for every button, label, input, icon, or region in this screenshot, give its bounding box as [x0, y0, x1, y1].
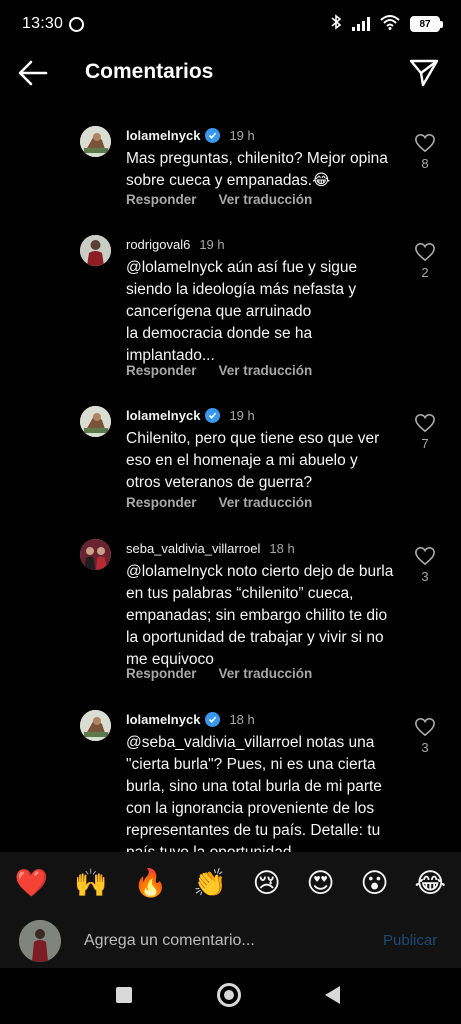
status-bar: 13:30 87	[0, 0, 461, 48]
like-area: 3	[413, 546, 437, 584]
comment-input[interactable]	[84, 928, 364, 954]
comment-actions: Responder Ver traducción	[126, 363, 312, 378]
comment-username[interactable]: seba_valdivia_villarroel	[126, 541, 260, 556]
avatar[interactable]	[80, 710, 111, 741]
avatar[interactable]	[80, 126, 111, 157]
home-icon[interactable]	[217, 983, 241, 1007]
emoji-fire[interactable]: 🔥	[134, 869, 168, 897]
like-count: 8	[421, 156, 429, 171]
comment-header: seba_valdivia_villarroel 18 h	[126, 541, 295, 556]
battery-icon: 87	[410, 16, 443, 32]
arrow-left-icon[interactable]	[16, 58, 50, 88]
like-count: 7	[421, 436, 429, 451]
send-icon[interactable]	[408, 56, 440, 88]
like-area: 7	[413, 413, 437, 451]
avatar[interactable]	[80, 539, 111, 570]
comment-header: lolamelnyck 19 h	[126, 128, 255, 143]
comment-actions: Responder Ver traducción	[126, 192, 312, 207]
like-count: 3	[421, 569, 429, 584]
comment-item: lolamelnyck 19 h Mas preguntas, chilenit…	[0, 126, 461, 216]
comment-actions: Responder Ver traducción	[126, 495, 312, 510]
emoji-raised-hands[interactable]: 🙌	[74, 869, 108, 897]
comment-header: lolamelnyck 18 h	[126, 712, 255, 727]
comment-item: rodrigoval6 19 h @lolamelnyck aún así fu…	[0, 235, 461, 385]
comment-text: Mas preguntas, chilenito? Mejor opina so…	[126, 150, 388, 189]
comment-username[interactable]: lolamelnyck	[126, 712, 200, 727]
comment-item: lolamelnyck 19 h Chilenito, pero que tie…	[0, 406, 461, 516]
battery-level: 87	[410, 16, 440, 32]
comment-item: seba_valdivia_villarroel 18 h @lolamelny…	[0, 539, 461, 689]
heart-icon[interactable]	[414, 413, 436, 433]
comment-text: @lolamelnyck noto cierto dejo de burla e…	[126, 563, 394, 668]
emoji-laughing[interactable]: 😂	[414, 869, 446, 897]
emoji-crying[interactable]: 😢	[253, 869, 281, 897]
comment-composer: Publicar	[0, 914, 461, 968]
verified-badge-icon	[205, 128, 221, 143]
header: Comentarios	[0, 48, 461, 98]
reply-button[interactable]: Responder	[126, 192, 197, 207]
comment-header: rodrigoval6 19 h	[126, 237, 225, 252]
emoji-heart[interactable]: ❤️	[15, 869, 49, 897]
comment-time: 19 h	[229, 128, 255, 143]
whatsapp-icon	[69, 16, 85, 32]
reply-button[interactable]: Responder	[126, 666, 197, 681]
status-icons: 87	[330, 14, 443, 35]
comment-text: @lolamelnyck aún así fue y sigue siendo …	[126, 259, 358, 364]
emoji-reaction-bar: ❤️ 🙌 🔥 👏 😢 😍 😮 😂	[0, 852, 461, 914]
system-nav-bar	[0, 968, 461, 1024]
like-area: 2	[413, 242, 437, 280]
comment-time: 18 h	[229, 712, 255, 727]
see-translation-button[interactable]: Ver traducción	[219, 192, 313, 207]
verified-badge-icon	[205, 408, 221, 423]
like-area: 8	[413, 133, 437, 171]
avatar	[19, 920, 61, 962]
emoji-surprised[interactable]: 😮	[360, 869, 388, 897]
signal-icon	[352, 17, 370, 31]
reply-button[interactable]: Responder	[126, 363, 197, 378]
back-triangle-icon[interactable]	[325, 986, 340, 1004]
like-count: 2	[421, 265, 429, 280]
status-time: 13:30	[22, 15, 64, 32]
comment-username[interactable]: rodrigoval6	[126, 237, 190, 252]
avatar[interactable]	[80, 406, 111, 437]
comment-time: 19 h	[199, 237, 225, 252]
wifi-icon	[380, 14, 400, 35]
see-translation-button[interactable]: Ver traducción	[219, 495, 313, 510]
comment-time: 19 h	[229, 408, 255, 423]
heart-icon[interactable]	[414, 717, 436, 737]
comment-time: 18 h	[269, 541, 295, 556]
avatar[interactable]	[80, 235, 111, 266]
emoji-clap[interactable]: 👏	[193, 869, 227, 897]
comment-username[interactable]: lolamelnyck	[126, 128, 200, 143]
recents-icon[interactable]	[116, 987, 132, 1003]
comment-username[interactable]: lolamelnyck	[126, 408, 200, 423]
comment-actions: Responder Ver traducción	[126, 666, 312, 681]
like-area: 3	[413, 717, 437, 755]
comment-item: lolamelnyck 18 h @seba_valdivia_villarro…	[0, 710, 461, 852]
see-translation-button[interactable]: Ver traducción	[219, 666, 313, 681]
heart-icon[interactable]	[414, 546, 436, 566]
publish-button[interactable]: Publicar	[383, 932, 437, 949]
see-translation-button[interactable]: Ver traducción	[219, 363, 313, 378]
comment-text: Chilenito, pero que tiene eso que ver es…	[126, 430, 380, 491]
reply-button[interactable]: Responder	[126, 495, 197, 510]
bluetooth-icon	[330, 14, 342, 34]
emoji-heart-eyes[interactable]: 😍	[307, 869, 335, 897]
page-title: Comentarios	[85, 60, 214, 83]
verified-badge-icon	[205, 712, 221, 727]
comment-text: @seba_valdivia_villarroel notas una "cie…	[126, 734, 382, 852]
heart-icon[interactable]	[414, 242, 436, 262]
comment-header: lolamelnyck 19 h	[126, 408, 255, 423]
heart-icon[interactable]	[414, 133, 436, 153]
like-count: 3	[421, 740, 429, 755]
